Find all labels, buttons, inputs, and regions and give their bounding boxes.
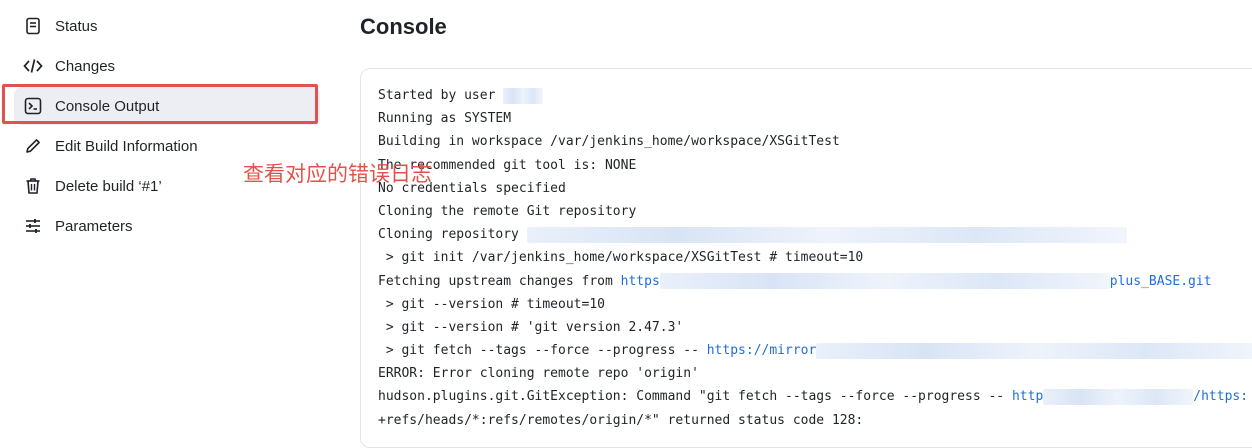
repo-link[interactable]: plus_BASE.git <box>1110 274 1212 289</box>
console-line: Cloning the remote Git repository <box>378 203 637 219</box>
redacted-text <box>503 87 544 104</box>
trash-icon <box>22 175 44 197</box>
sidebar: Status Changes Console Output Edit Build… <box>0 0 340 429</box>
sidebar-item-label: Changes <box>55 57 116 75</box>
code-icon <box>22 55 44 77</box>
console-line: Started by user <box>378 84 1252 107</box>
repo-link[interactable]: https://mirror <box>707 343 817 358</box>
console-line: > git --version # 'git version 2.47.3' <box>378 319 684 335</box>
console-line: Building in workspace /var/jenkins_home/… <box>378 134 840 150</box>
console-line: hudson.plugins.git.GitException: Command… <box>378 388 1249 405</box>
sidebar-item-label: Edit Build Information <box>55 137 198 155</box>
annotation-text: 查看对应的错误日志 <box>243 162 432 186</box>
sidebar-item-parameters[interactable]: Parameters <box>14 207 320 245</box>
console-line: > git --version # timeout=10 <box>378 296 605 312</box>
sidebar-item-label: Delete build ‘#1’ <box>55 177 162 195</box>
console-line: Fetching upstream changes from https plus… <box>378 273 1212 289</box>
console-line: The recommended git tool is: NONE <box>378 157 637 173</box>
sidebar-item-console-output[interactable]: Console Output <box>14 87 320 125</box>
redacted-text <box>816 342 1252 359</box>
console-line: Running as SYSTEM <box>378 111 512 127</box>
redacted-text <box>526 226 1127 243</box>
console-line: ERROR: Error cloning remote repo 'origin… <box>378 366 699 382</box>
page-title: Console <box>360 14 447 39</box>
console-line: Cloning repository <box>378 223 1252 246</box>
console-output: Started by user Running as SYSTEM Buildi… <box>378 84 1252 432</box>
redacted-text <box>659 273 1110 289</box>
redacted-text <box>1043 388 1194 405</box>
console-line: > git init /var/jenkins_home/workspace/X… <box>378 250 864 266</box>
sidebar-item-label: Status <box>55 17 98 35</box>
document-icon <box>22 15 44 37</box>
console-line: > git fetch --tags --force --progress --… <box>378 339 1252 362</box>
sidebar-item-changes[interactable]: Changes <box>14 47 320 85</box>
sliders-icon <box>22 215 44 237</box>
sidebar-item-label: Parameters <box>55 217 133 235</box>
repo-link[interactable]: https <box>621 274 660 289</box>
sidebar-item-label: Console Output <box>55 97 160 115</box>
repo-link[interactable]: http <box>1012 389 1043 404</box>
terminal-icon <box>22 95 44 117</box>
console-line: No credentials specified <box>378 180 566 196</box>
console-line: +refs/heads/*:refs/remotes/origin/*" ret… <box>378 412 864 428</box>
edit-icon <box>22 135 44 157</box>
sidebar-item-status[interactable]: Status <box>14 7 320 45</box>
repo-link[interactable]: /https: <box>1193 389 1248 404</box>
